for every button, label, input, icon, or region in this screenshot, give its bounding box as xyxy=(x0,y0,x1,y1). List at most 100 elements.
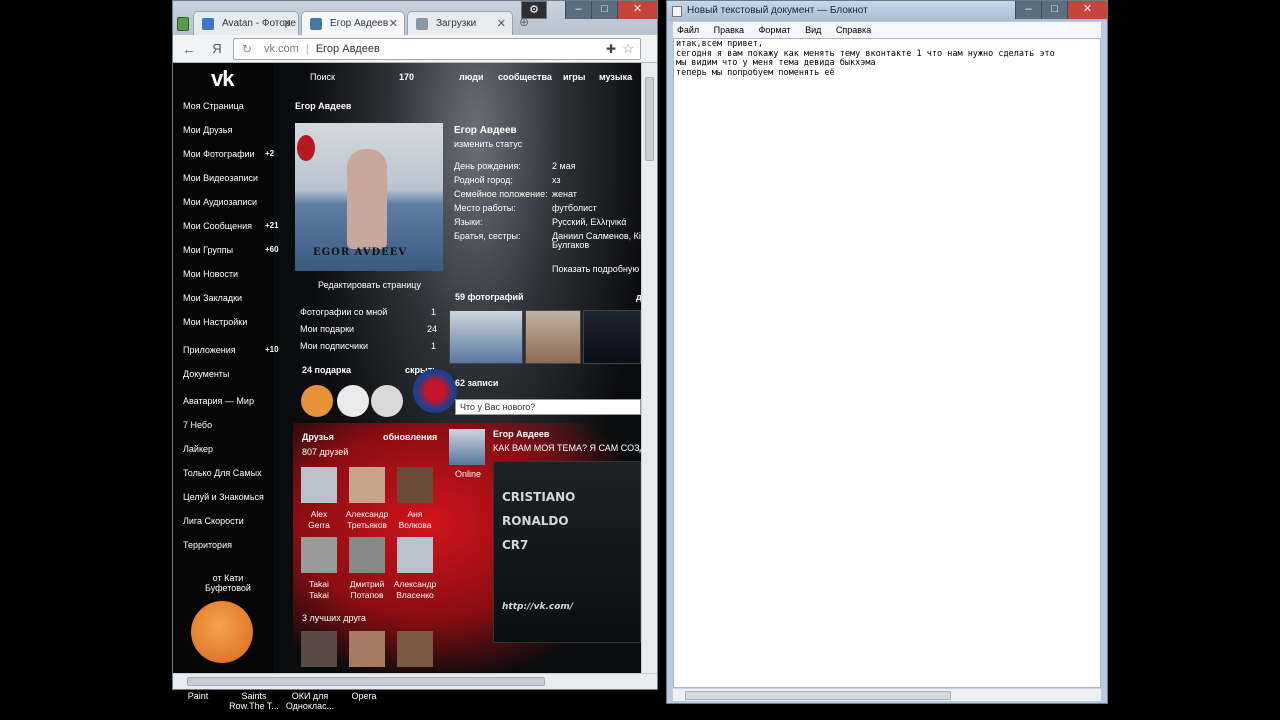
menu-item[interactable]: Мои Друзья xyxy=(183,125,232,135)
psg-badge-icon[interactable] xyxy=(413,369,457,413)
photos-header[interactable]: 59 фотографий xyxy=(455,292,524,302)
nav-music[interactable]: музыка xyxy=(599,72,632,82)
friend-name[interactable]: Дмитрий xyxy=(341,579,393,589)
best-friend-avatar[interactable] xyxy=(397,631,433,667)
vertical-scrollbar[interactable] xyxy=(641,63,657,673)
menu-edit[interactable]: Правка xyxy=(714,25,744,35)
profile-field-value[interactable]: женат xyxy=(552,189,577,199)
menu-item[interactable]: Мои Настройки xyxy=(183,317,247,327)
scroll-thumb[interactable] xyxy=(645,77,654,161)
scroll-thumb[interactable] xyxy=(685,691,951,700)
gear-icon[interactable]: ⚙ xyxy=(521,1,547,19)
friend-name[interactable]: Alex xyxy=(293,509,345,519)
friends-updates-link[interactable]: обновления xyxy=(383,432,437,442)
menu-item[interactable]: Аватария — Мир xyxy=(183,396,254,406)
menu-item[interactable]: Мои Сообщения xyxy=(183,221,252,231)
counter-label[interactable]: Фотографии со мной xyxy=(300,307,387,317)
close-button[interactable]: ✕ xyxy=(617,1,657,19)
counter-label[interactable]: Мои подарки xyxy=(300,324,354,334)
change-status-link[interactable]: изменить статус xyxy=(454,139,522,149)
post-author-avatar[interactable] xyxy=(449,429,485,465)
friend-avatar[interactable] xyxy=(301,467,337,503)
menu-item[interactable]: Моя Страница xyxy=(183,101,244,111)
close-button[interactable]: ✕ xyxy=(1067,1,1107,19)
taskbar-item-opera[interactable]: Opera xyxy=(344,691,384,701)
taskbar-item-paint[interactable]: Paint xyxy=(178,691,218,701)
address-bar[interactable]: ↻ vk.com | Егор Авдеев ✚ ☆ xyxy=(233,38,641,60)
counter-label[interactable]: Мои подписчики xyxy=(300,341,368,351)
app-menu-icon[interactable] xyxy=(177,17,189,31)
minimize-button[interactable]: – xyxy=(565,1,591,19)
photo-thumb[interactable] xyxy=(449,310,523,364)
friend-avatar[interactable] xyxy=(349,537,385,573)
menu-item[interactable]: Мои Фотографии xyxy=(183,149,255,159)
vk-logo[interactable]: vk xyxy=(211,66,235,92)
menu-item[interactable]: Приложения xyxy=(183,345,236,355)
menu-item[interactable]: 7 Небо xyxy=(183,420,212,430)
notepad-titlebar[interactable]: Новый текстовый документ — Блокнот – □ ✕ xyxy=(667,1,1107,21)
menu-item[interactable]: Мои Группы xyxy=(183,245,233,255)
posts-header[interactable]: 62 записи xyxy=(455,378,498,388)
profile-avatar[interactable]: EGOR AVDEEV xyxy=(295,123,443,271)
nav-people[interactable]: люди xyxy=(459,72,484,82)
friend-avatar[interactable] xyxy=(397,467,433,503)
best-friend-avatar[interactable] xyxy=(349,631,385,667)
reload-icon[interactable]: ↻ xyxy=(242,39,252,59)
post-author[interactable]: Егор Авдеев xyxy=(493,429,549,439)
friend-name[interactable]: Третьяков xyxy=(341,520,393,530)
maximize-button[interactable]: □ xyxy=(1041,1,1067,19)
nav-games[interactable]: игры xyxy=(563,72,585,82)
menu-item[interactable]: Территория xyxy=(183,540,232,550)
profile-field-value[interactable]: Русский, Ελληνικά xyxy=(552,217,627,227)
taskbar-item-saints-row[interactable]: Saints Row.The T... xyxy=(224,691,284,711)
photo-thumb[interactable] xyxy=(525,310,581,364)
maximize-button[interactable]: □ xyxy=(591,1,617,19)
menu-item[interactable]: Целуй и Знакомься xyxy=(183,492,264,502)
gift-penguin-icon[interactable] xyxy=(371,385,403,417)
edit-page-link[interactable]: Редактировать страницу xyxy=(318,280,421,290)
tab-downloads[interactable]: Загрузки ✕ xyxy=(407,11,513,35)
menu-item[interactable]: Документы xyxy=(183,369,229,379)
profile-field-value[interactable]: футболист xyxy=(552,203,597,213)
friends-count[interactable]: 807 друзей xyxy=(302,447,348,457)
friend-name[interactable]: Takai xyxy=(293,579,345,589)
friend-avatar[interactable] xyxy=(349,467,385,503)
taskbar-item-oki[interactable]: ОКИ для Одноклас... xyxy=(282,691,338,711)
nav-search[interactable]: Поиск xyxy=(310,72,335,82)
notepad-hscrollbar[interactable] xyxy=(673,688,1101,701)
horizontal-scrollbar[interactable] xyxy=(173,673,657,689)
menu-item[interactable]: Мои Закладки xyxy=(183,293,242,303)
menu-item[interactable]: Мои Видеозаписи xyxy=(183,173,258,183)
photo-thumb[interactable] xyxy=(583,310,641,364)
friend-name[interactable]: Власенко xyxy=(389,590,441,600)
tab-avatan[interactable]: Avatan - Фоторе ✕ xyxy=(193,11,299,35)
profile-sibling-2[interactable]: Булгаков xyxy=(552,240,589,250)
close-tab-icon[interactable]: ✕ xyxy=(389,12,398,35)
friend-name[interactable]: Волкова xyxy=(389,520,441,530)
profile-field-value[interactable]: 2 мая xyxy=(552,161,576,171)
minimize-button[interactable]: – xyxy=(1015,1,1041,19)
friend-name[interactable]: Takai xyxy=(293,590,345,600)
menu-help[interactable]: Справка xyxy=(836,25,871,35)
tab-vk[interactable]: Егор Авдеев ✕ xyxy=(301,11,405,35)
scroll-thumb[interactable] xyxy=(187,677,545,686)
menu-item[interactable]: Мои Аудиозаписи xyxy=(183,197,257,207)
gift-panda-icon[interactable] xyxy=(337,385,369,417)
menu-item[interactable]: Лайкер xyxy=(183,444,213,454)
menu-item[interactable]: Мои Новости xyxy=(183,269,238,279)
post-image[interactable]: CRISTIANO RONALDO CR7 http://vk.com/ xyxy=(493,461,641,643)
extension-icon[interactable]: ✚ xyxy=(606,39,616,59)
friend-name[interactable]: Александр xyxy=(389,579,441,589)
menu-view[interactable]: Вид xyxy=(805,25,821,35)
friend-avatar[interactable] xyxy=(397,537,433,573)
friends-header[interactable]: Друзья xyxy=(302,432,334,442)
close-tab-icon[interactable]: ✕ xyxy=(283,12,292,35)
nav-communities[interactable]: сообщества xyxy=(498,72,552,82)
best-friend-avatar[interactable] xyxy=(301,631,337,667)
friend-name[interactable]: Потапов xyxy=(341,590,393,600)
notepad-editor[interactable]: итак,всем привет, сегодня я вам покажу к… xyxy=(673,38,1101,688)
friend-name[interactable]: Аня xyxy=(389,509,441,519)
friend-name[interactable]: Gerra xyxy=(293,520,345,530)
gift-fox-icon[interactable] xyxy=(301,385,333,417)
star-icon[interactable]: ☆ xyxy=(622,39,634,59)
